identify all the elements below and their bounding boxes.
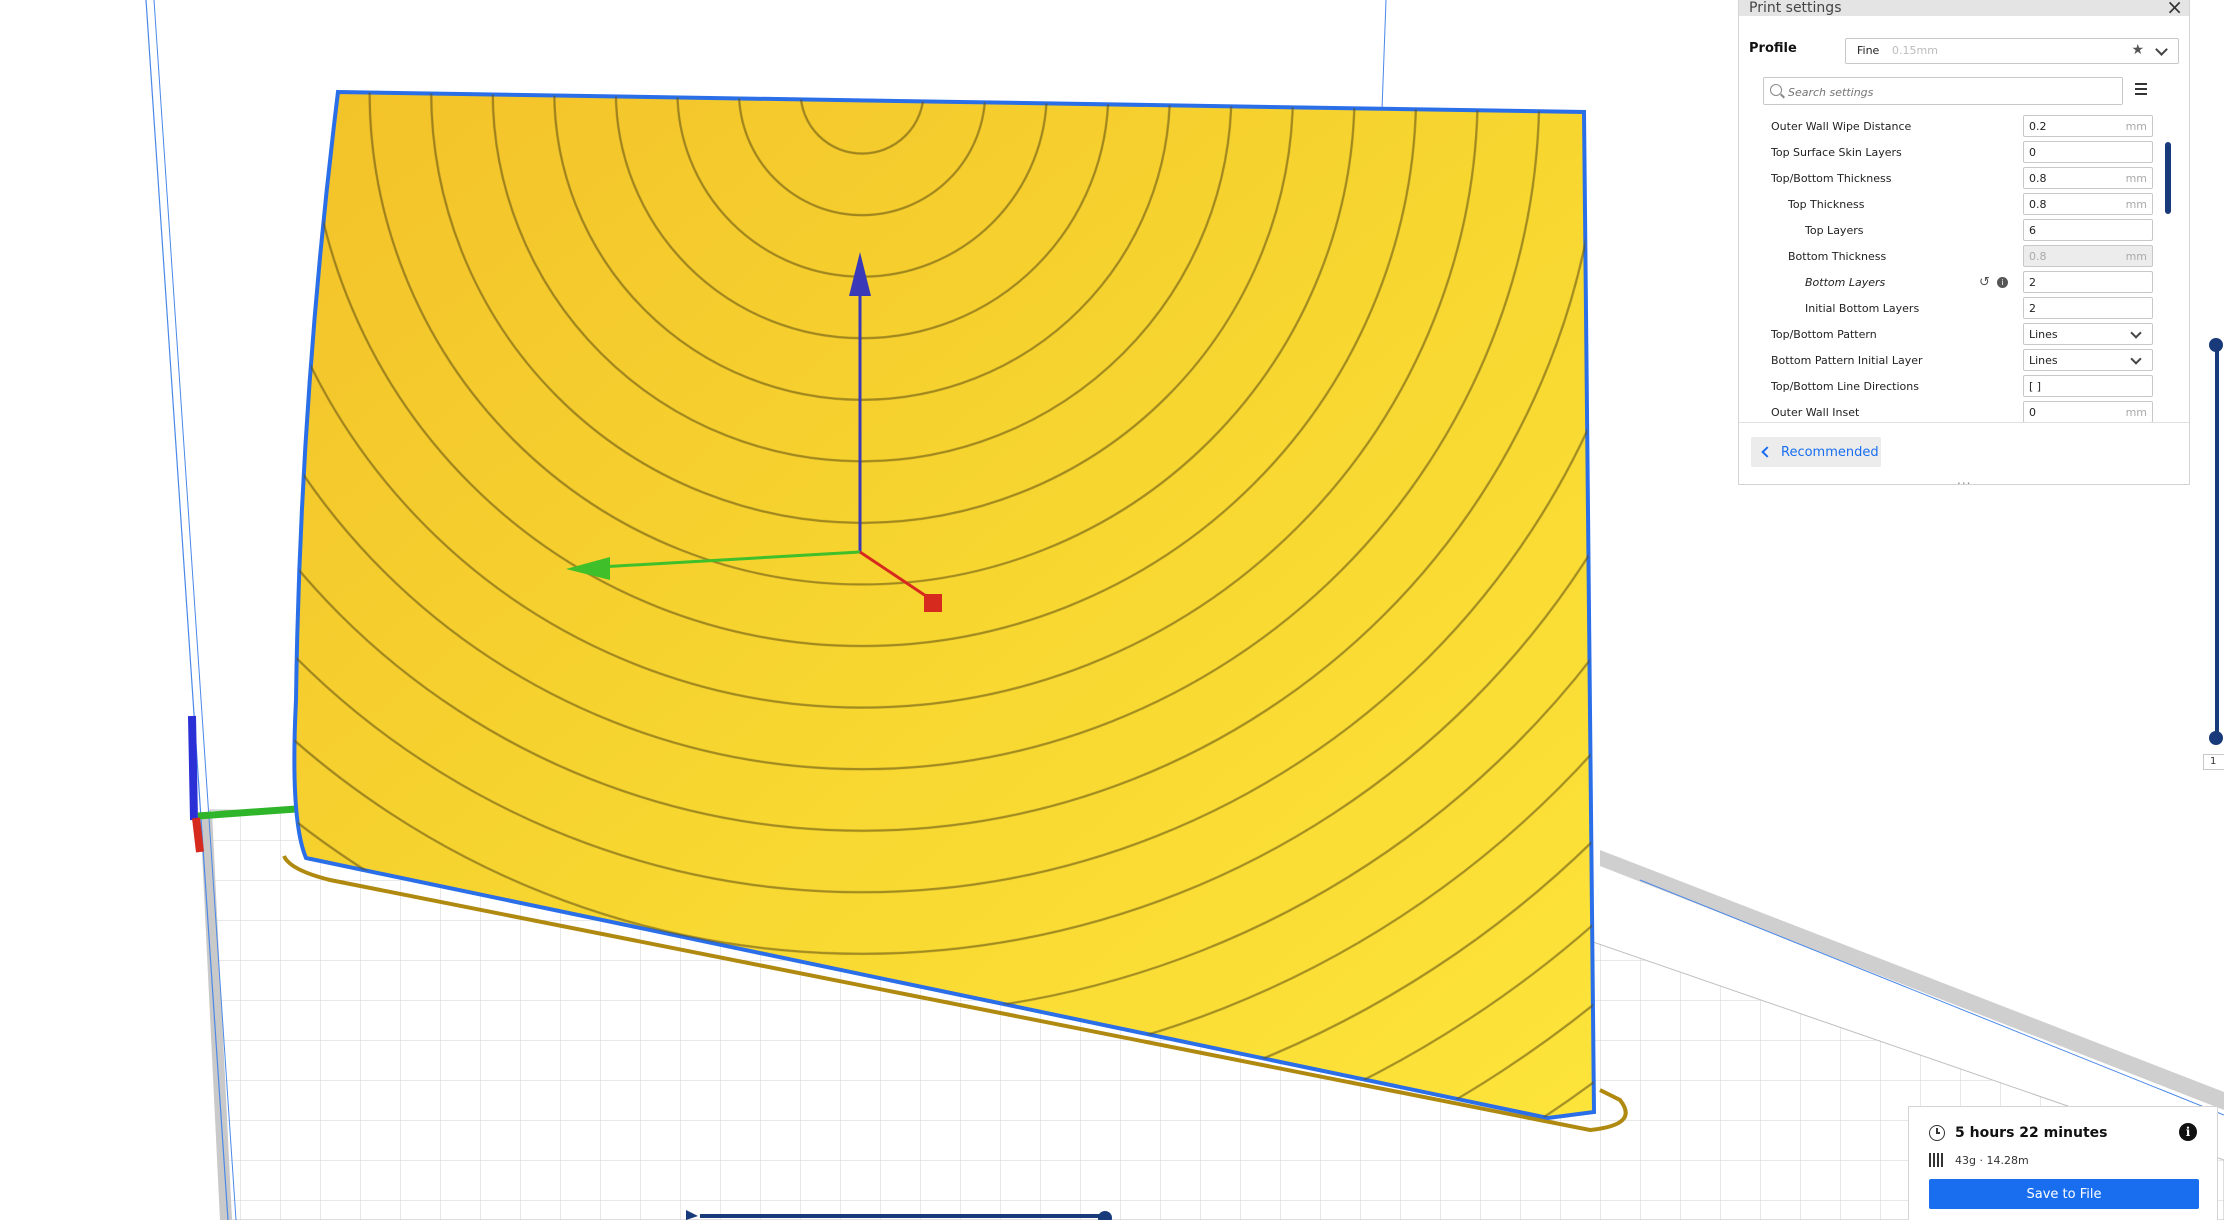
divider bbox=[1739, 422, 2189, 423]
setting-input[interactable]: 0.2 mm bbox=[2023, 115, 2153, 137]
panel-title: Print settings bbox=[1749, 0, 1842, 16]
recommended-button[interactable]: Recommended bbox=[1751, 437, 1881, 467]
panel-header: Print settings × bbox=[1739, 0, 2189, 17]
chevron-down-icon bbox=[2130, 327, 2142, 339]
build-volume-line bbox=[153, 0, 237, 1220]
setting-unit: mm bbox=[2125, 198, 2147, 211]
chevron-left-icon bbox=[1761, 446, 1773, 458]
setting-row-top-bottom-line-directions: Top/Bottom Line Directions [ ] bbox=[1739, 374, 2159, 400]
build-volume-line bbox=[145, 0, 229, 1220]
setting-value: 0 bbox=[2029, 146, 2036, 159]
setting-label: Top/Bottom Line Directions bbox=[1771, 380, 1919, 393]
setting-label: Bottom Thickness bbox=[1788, 250, 1887, 263]
setting-row-bottom-pattern-initial-layer: Bottom Pattern Initial Layer Lines bbox=[1739, 348, 2159, 374]
setting-input[interactable]: 6 bbox=[2023, 219, 2153, 241]
setting-input[interactable]: 0 mm bbox=[2023, 401, 2153, 422]
setting-value: [ ] bbox=[2029, 380, 2042, 393]
setting-row-top-surface-skin-layers: Top Surface Skin Layers 0 bbox=[1739, 140, 2159, 166]
setting-row-top-thickness: Top Thickness 0.8 mm bbox=[1739, 192, 2159, 218]
setting-value: 0 bbox=[2029, 406, 2036, 419]
material-usage: 43g · 14.28m bbox=[1955, 1154, 2029, 1167]
layer-slider-top-handle[interactable] bbox=[2209, 338, 2223, 352]
layer-number: 1 bbox=[2210, 756, 2217, 767]
setting-row-initial-bottom-layers: Initial Bottom Layers 2 bbox=[1739, 296, 2159, 322]
setting-unit: mm bbox=[2125, 406, 2147, 419]
spool-icon bbox=[1929, 1153, 1945, 1167]
setting-unit: mm bbox=[2125, 120, 2147, 133]
search-box bbox=[1763, 77, 2123, 105]
setting-input[interactable]: 0.8 mm bbox=[2023, 167, 2153, 189]
setting-row-top-bottom-thickness: Top/Bottom Thickness 0.8 mm bbox=[1739, 166, 2159, 192]
layer-slider-bottom-handle[interactable] bbox=[2209, 731, 2223, 745]
setting-row-bottom-thickness: Bottom Thickness 0.8 mm bbox=[1739, 244, 2159, 270]
gizmo-x-handle[interactable] bbox=[924, 594, 942, 612]
setting-label: Bottom Pattern Initial Layer bbox=[1771, 354, 1923, 367]
setting-input[interactable]: [ ] bbox=[2023, 375, 2153, 397]
menu-icon[interactable] bbox=[2135, 83, 2147, 95]
recommended-label: Recommended bbox=[1781, 445, 1879, 460]
search-icon bbox=[1770, 84, 1782, 96]
setting-label: Outer Wall Inset bbox=[1771, 406, 1860, 419]
profile-layer-height: 0.15mm bbox=[1892, 44, 1938, 57]
setting-row-top-layers: Top Layers 6 bbox=[1739, 218, 2159, 244]
profile-name: Fine bbox=[1857, 44, 1880, 57]
setting-select[interactable]: Lines bbox=[2023, 323, 2153, 345]
info-icon[interactable]: i bbox=[1997, 277, 2008, 288]
setting-label: Top Surface Skin Layers bbox=[1771, 146, 1902, 159]
setting-row-bottom-layers: Bottom Layers ↺ i 2 bbox=[1739, 270, 2159, 296]
settings-list: Outer Wall Wipe Distance 0.2 mm Top Surf… bbox=[1739, 114, 2189, 422]
setting-value: 6 bbox=[2029, 224, 2036, 237]
setting-input[interactable]: 2 bbox=[2023, 271, 2153, 293]
reset-icon[interactable]: ↺ bbox=[1979, 276, 1990, 289]
setting-value: 0.8 bbox=[2029, 198, 2047, 211]
setting-row-outer-wall-wipe-distance: Outer Wall Wipe Distance 0.2 mm bbox=[1739, 114, 2159, 140]
layer-slider-track[interactable] bbox=[2215, 344, 2219, 740]
setting-input[interactable]: 2 bbox=[2023, 297, 2153, 319]
setting-value: 2 bbox=[2029, 302, 2036, 315]
setting-unit: mm bbox=[2125, 172, 2147, 185]
print-time: 5 hours 22 minutes bbox=[1955, 1125, 2108, 1141]
setting-input[interactable]: 0.8 mm bbox=[2023, 245, 2153, 267]
setting-label: Top/Bottom Thickness bbox=[1771, 172, 1892, 185]
star-icon[interactable]: ★ bbox=[2131, 42, 2144, 58]
setting-unit: mm bbox=[2125, 250, 2147, 263]
setting-label: Outer Wall Wipe Distance bbox=[1771, 120, 1912, 133]
setting-select[interactable]: Lines bbox=[2023, 349, 2153, 371]
setting-row-outer-wall-inset: Outer Wall Inset 0 mm bbox=[1739, 400, 2159, 422]
search-input[interactable] bbox=[1786, 81, 2110, 103]
print-estimate-panel: 5 hours 22 minutes i 43g · 14.28m Save t… bbox=[1908, 1106, 2218, 1220]
setting-value: 0.8 bbox=[2029, 172, 2047, 185]
panel-resize-handle[interactable]: ... bbox=[1957, 474, 1971, 486]
close-icon[interactable]: × bbox=[2166, 0, 2183, 17]
setting-label: Initial Bottom Layers bbox=[1805, 302, 1920, 315]
profile-select[interactable]: Fine 0.15mm ★ bbox=[1845, 38, 2179, 64]
save-to-file-button[interactable]: Save to File bbox=[1929, 1179, 2199, 1209]
origin-axis-x bbox=[192, 817, 204, 853]
setting-label: Bottom Layers bbox=[1805, 276, 1886, 289]
setting-row-top-bottom-pattern: Top/Bottom Pattern Lines bbox=[1739, 322, 2159, 348]
setting-label: Top/Bottom Pattern bbox=[1771, 328, 1877, 341]
info-icon[interactable]: i bbox=[2179, 1123, 2197, 1141]
setting-value: 0.8 bbox=[2029, 250, 2047, 263]
setting-label: Top Layers bbox=[1805, 224, 1864, 237]
setting-input[interactable]: 0.8 mm bbox=[2023, 193, 2153, 215]
clock-icon bbox=[1929, 1125, 1945, 1141]
setting-input[interactable]: 0 bbox=[2023, 141, 2153, 163]
profile-label: Profile bbox=[1749, 41, 1797, 56]
chevron-down-icon bbox=[2155, 43, 2168, 56]
setting-value: Lines bbox=[2029, 354, 2058, 367]
settings-scrollbar[interactable] bbox=[2165, 142, 2171, 214]
build-volume-line bbox=[1381, 0, 1387, 111]
chevron-down-icon bbox=[2130, 353, 2142, 365]
setting-value: 2 bbox=[2029, 276, 2036, 289]
setting-label: Top Thickness bbox=[1788, 198, 1865, 211]
setting-value: Lines bbox=[2029, 328, 2058, 341]
layer-number-field[interactable]: 1 bbox=[2203, 754, 2224, 770]
setting-value: 0.2 bbox=[2029, 120, 2047, 133]
origin-axis-z bbox=[188, 715, 198, 821]
print-settings-panel: Print settings × Profile Fine 0.15mm ★ O… bbox=[1738, 0, 2190, 486]
